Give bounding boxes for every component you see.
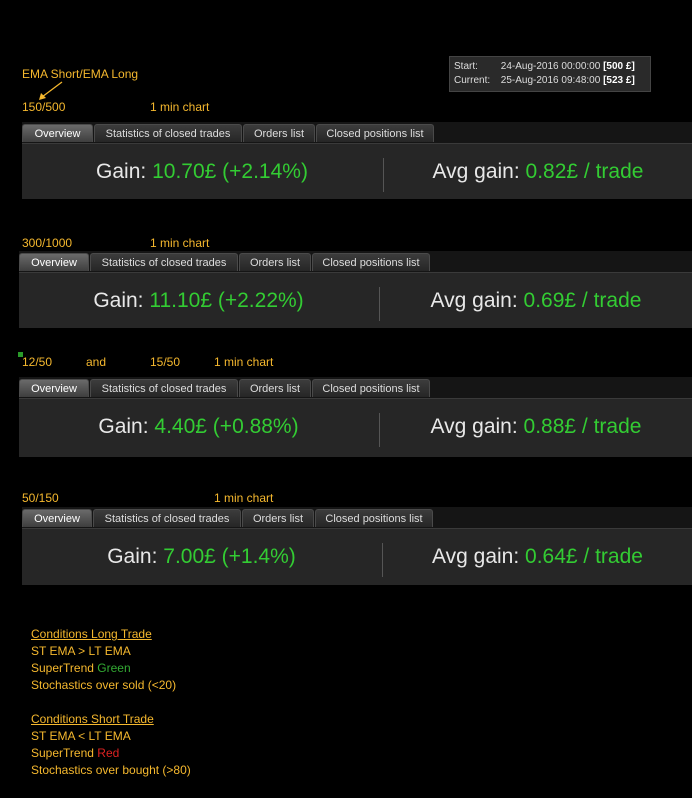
panel3: Overview Statistics of closed trades Ord…	[19, 377, 692, 457]
conditions-short-line3: Stochastics over bought (>80)	[31, 763, 191, 777]
panel1-chart: 1 min chart	[150, 100, 210, 114]
tab-orders[interactable]: Orders list	[243, 124, 315, 142]
tab-closed-positions[interactable]: Closed positions list	[312, 379, 430, 397]
panel3-and: and	[86, 355, 107, 369]
avg-gain-metric: Avg gain: 0.82£ / trade	[432, 160, 644, 183]
annotation-arrow	[39, 81, 63, 100]
gain-metric: Gain: 7.00£ (+1.4%)	[107, 545, 296, 568]
panel4: Overview Statistics of closed trades Ord…	[22, 507, 692, 585]
conditions-long-title: Conditions Long Trade	[31, 627, 152, 641]
conditions-long-line2: SuperTrend Green	[31, 661, 131, 675]
panel1: Overview Statistics of closed trades Ord…	[22, 122, 692, 199]
conditions-long-line3: Stochastics over sold (<20)	[31, 678, 177, 692]
conditions-short-title: Conditions Short Trade	[31, 712, 154, 726]
gain-metric: Gain: 11.10£ (+2.22%)	[93, 289, 304, 312]
panel3-chart: 1 min chart	[214, 355, 274, 369]
panel3-ema: 12/50	[22, 355, 53, 369]
panel-body: Gain: 4.40£ (+0.88%) Avg gain: 0.88£ / t…	[19, 398, 692, 457]
conditions-short-line2: SuperTrend Red	[31, 746, 120, 760]
avg-gain-metric: Avg gain: 0.88£ / trade	[430, 415, 642, 438]
tab-overview[interactable]: Overview	[22, 509, 92, 527]
current-row: Current: 25-Aug-2016 09:48:00 [523 £]	[454, 75, 635, 86]
tab-statistics[interactable]: Statistics of closed trades	[90, 253, 238, 271]
tab-closed-positions[interactable]: Closed positions list	[312, 253, 430, 271]
tab-bar: Overview Statistics of closed trades Ord…	[22, 507, 692, 528]
tab-overview[interactable]: Overview	[19, 253, 89, 271]
gain-metric: Gain: 4.40£ (+0.88%)	[98, 415, 299, 438]
panel2: Overview Statistics of closed trades Ord…	[19, 251, 692, 328]
tab-orders[interactable]: Orders list	[242, 509, 314, 527]
panel-body: Gain: 11.10£ (+2.22%) Avg gain: 0.69£ / …	[19, 272, 692, 328]
panel2-chart: 1 min chart	[150, 236, 210, 250]
conditions-short-line1: ST EMA < LT EMA	[31, 729, 131, 743]
panel3-ema2: 15/50	[150, 355, 181, 369]
tab-bar: Overview Statistics of closed trades Ord…	[19, 377, 692, 398]
panel-body: Gain: 7.00£ (+1.4%) Avg gain: 0.64£ / tr…	[22, 528, 692, 585]
panel-body: Gain: 10.70£ (+2.14%) Avg gain: 0.82£ / …	[22, 143, 692, 199]
tab-statistics[interactable]: Statistics of closed trades	[90, 379, 238, 397]
panel2-ema: 300/1000	[22, 236, 73, 250]
tab-overview[interactable]: Overview	[22, 124, 93, 142]
tab-overview[interactable]: Overview	[19, 379, 89, 397]
tab-bar: Overview Statistics of closed trades Ord…	[19, 251, 692, 272]
gain-metric: Gain: 10.70£ (+2.14%)	[96, 160, 308, 183]
tab-closed-positions[interactable]: Closed positions list	[316, 124, 434, 142]
tab-orders[interactable]: Orders list	[239, 379, 311, 397]
avg-gain-metric: Avg gain: 0.69£ / trade	[430, 289, 642, 312]
date-range-box: Start: 24-Aug-2016 00:00:00 [500 £] Curr…	[449, 56, 651, 92]
avg-gain-metric: Avg gain: 0.64£ / trade	[432, 545, 643, 568]
panel4-ema: 50/150	[22, 491, 59, 505]
start-row: Start: 24-Aug-2016 00:00:00 [500 £]	[454, 61, 635, 72]
tab-statistics[interactable]: Statistics of closed trades	[93, 509, 241, 527]
tab-closed-positions[interactable]: Closed positions list	[315, 509, 433, 527]
panel4-chart: 1 min chart	[214, 491, 274, 505]
tab-statistics[interactable]: Statistics of closed trades	[94, 124, 242, 142]
panel1-ema: 150/500	[22, 100, 66, 114]
tab-orders[interactable]: Orders list	[239, 253, 311, 271]
conditions-long-line1: ST EMA > LT EMA	[31, 644, 131, 658]
tab-bar: Overview Statistics of closed trades Ord…	[22, 122, 692, 143]
ema-annotation-label: EMA Short/EMA Long	[22, 67, 139, 81]
